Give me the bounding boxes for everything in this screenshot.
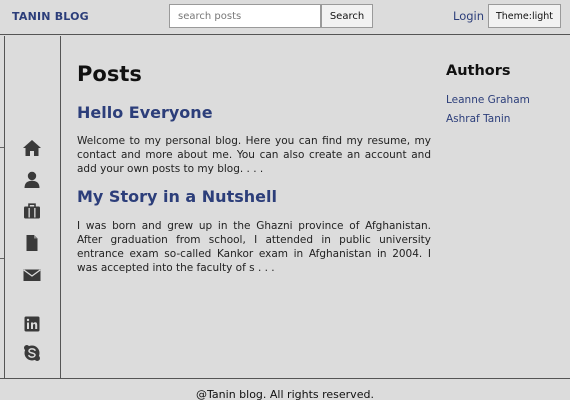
post-title[interactable]: Hello Everyone: [77, 103, 213, 122]
footer-copyright: @Tanin blog. All rights reserved.: [196, 388, 374, 400]
page-title: Posts: [77, 62, 142, 86]
login-link[interactable]: Login: [453, 9, 484, 23]
post-excerpt: I was born and grew up in the Ghazni pro…: [77, 220, 431, 274]
home-icon[interactable]: [22, 138, 42, 158]
brand-logo[interactable]: TANIN BLOG: [12, 10, 89, 23]
document-icon[interactable]: [22, 233, 42, 253]
footer: @Tanin blog. All rights reserved.: [0, 378, 570, 400]
header: TANIN BLOG Search Login Theme:light: [0, 0, 570, 35]
authors-heading: Authors: [446, 63, 511, 79]
theme-toggle-button[interactable]: Theme:light: [488, 4, 561, 28]
user-icon[interactable]: [22, 170, 42, 190]
linkedin-icon[interactable]: [22, 314, 42, 334]
sidebar: [0, 36, 61, 378]
main-content: Posts Hello Everyone Welcome to my perso…: [62, 36, 570, 378]
author-link[interactable]: Ashraf Tanin: [446, 113, 510, 125]
page: TANIN BLOG Search Login Theme:light: [0, 0, 570, 400]
author-link[interactable]: Leanne Graham: [446, 94, 530, 106]
search-button[interactable]: Search: [321, 4, 373, 28]
post-excerpt: Welcome to my personal blog. Here you ca…: [77, 135, 431, 175]
post-title[interactable]: My Story in a Nutshell: [77, 187, 277, 206]
briefcase-icon[interactable]: [22, 201, 42, 221]
search-input[interactable]: [169, 4, 321, 28]
mail-icon[interactable]: [22, 265, 42, 285]
skype-icon[interactable]: [22, 343, 42, 363]
